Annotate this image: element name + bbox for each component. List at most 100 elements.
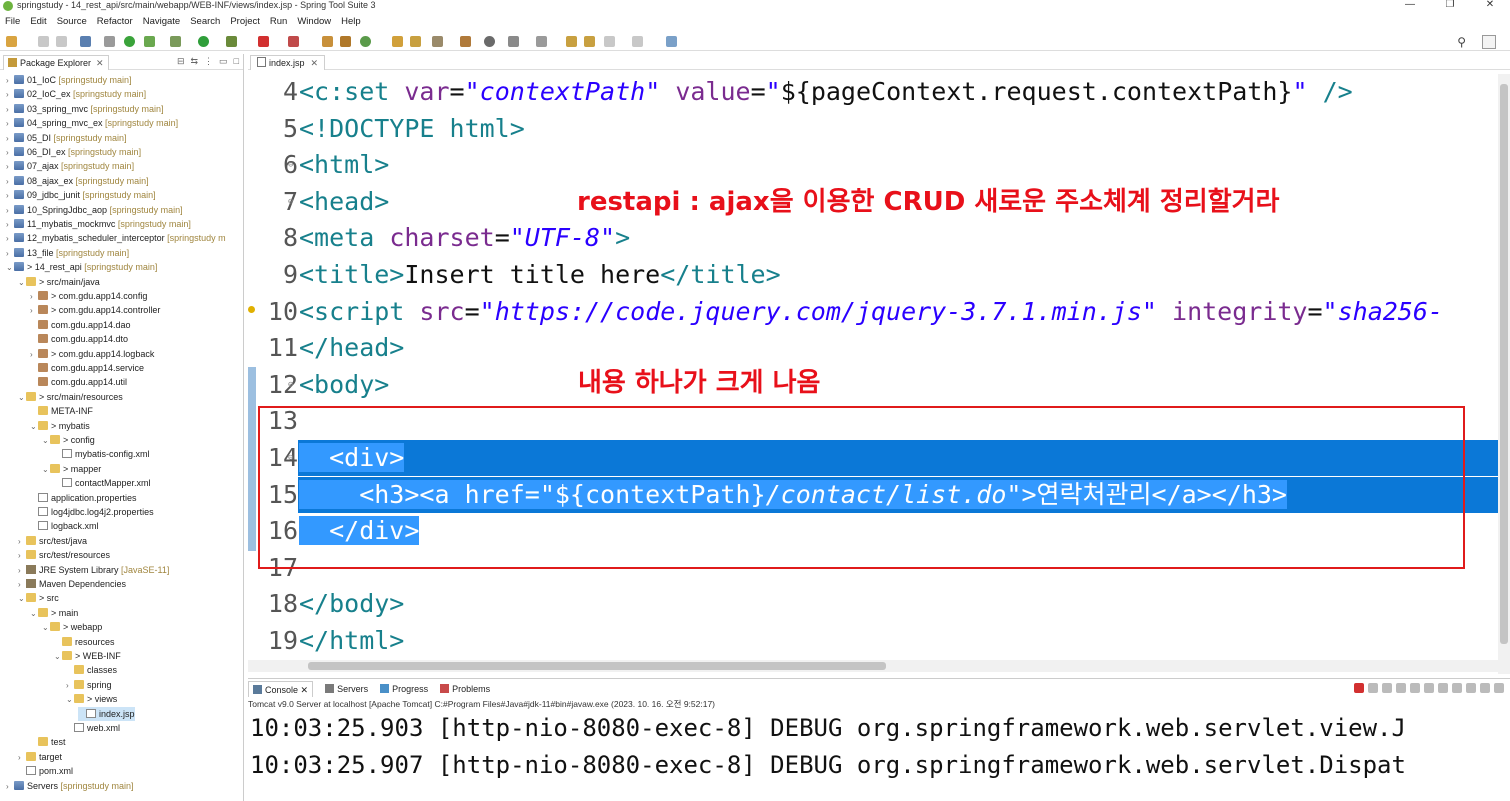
tree-item[interactable]: web.xml [66, 721, 120, 735]
close-button[interactable]: ✕ [1470, 0, 1510, 12]
external-tools-icon[interactable] [226, 36, 237, 47]
chevron-down-icon[interactable]: ⌄ [66, 693, 74, 707]
prev-annotation-icon[interactable] [536, 36, 547, 47]
show-on-output-icon[interactable] [1438, 683, 1448, 693]
forward-arrow-icon[interactable] [632, 36, 643, 47]
chevron-right-icon[interactable]: › [18, 564, 26, 578]
toggle-mark-icon[interactable] [484, 36, 495, 47]
tree-item[interactable]: com.gdu.app14.service [30, 361, 144, 375]
tree-item[interactable]: application.properties [30, 491, 137, 505]
tree-item[interactable]: classes [66, 663, 117, 677]
link-editor-icon[interactable]: ⇆ [191, 56, 199, 67]
tree-item[interactable]: › Maven Dependencies [18, 577, 126, 591]
debug-icon[interactable] [170, 36, 181, 47]
tree-item[interactable]: › > com.gdu.app14.controller [30, 303, 160, 317]
back-icon[interactable] [584, 36, 595, 47]
tree-item[interactable]: › 07_ajax [springstudy main] [6, 159, 134, 173]
minimize-button[interactable]: — [1390, 0, 1430, 12]
new-java-project-icon[interactable] [322, 36, 333, 47]
stop-icon[interactable] [258, 36, 269, 47]
menu-run[interactable]: Run [265, 14, 292, 30]
tree-item[interactable]: index.jsp [78, 706, 135, 721]
chevron-right-icon[interactable]: › [6, 247, 14, 261]
menu-navigate[interactable]: Navigate [138, 14, 186, 30]
close-icon[interactable]: ✕ [311, 58, 319, 68]
chevron-right-icon[interactable]: › [6, 117, 14, 131]
chevron-right-icon[interactable]: › [30, 304, 38, 318]
menu-file[interactable]: File [0, 14, 25, 30]
open-console-icon[interactable] [1480, 683, 1490, 693]
tree-item[interactable]: test [30, 735, 66, 749]
chevron-right-icon[interactable]: › [6, 146, 14, 160]
chevron-down-icon[interactable]: ⌄ [6, 261, 14, 275]
minimize-view-icon[interactable]: ▭ [219, 56, 228, 67]
chevron-right-icon[interactable]: › [18, 535, 26, 549]
tree-item[interactable]: › Servers [springstudy main] [6, 779, 134, 793]
new-class-icon[interactable] [360, 36, 371, 47]
tree-item[interactable]: › > com.gdu.app14.logback [30, 347, 154, 361]
chevron-down-icon[interactable]: ⌄ [30, 607, 38, 621]
terminal-icon[interactable] [80, 36, 91, 47]
start-server-icon[interactable] [124, 36, 135, 47]
tab-index-jsp[interactable]: index.jsp ✕ [250, 55, 326, 70]
pin-console-icon[interactable] [1452, 683, 1462, 693]
tree-item[interactable]: ⌄ > WEB-INF [54, 649, 121, 663]
menu-refactor[interactable]: Refactor [92, 14, 138, 30]
tree-item[interactable]: › 05_DI [springstudy main] [6, 131, 127, 145]
chevron-right-icon[interactable]: › [18, 578, 26, 592]
code-area[interactable]: 4 <c:set var="contextPath" value="${pageC… [248, 74, 1498, 657]
chevron-down-icon[interactable]: ⌄ [18, 592, 26, 606]
chevron-right-icon[interactable]: › [6, 103, 14, 117]
view-menu-icon[interactable]: ⋮ [204, 56, 213, 67]
tree-item[interactable]: › 04_spring_mvc_ex [springstudy main] [6, 116, 178, 130]
tree-item[interactable]: › JRE System Library [JavaSE-11] [18, 563, 169, 577]
tree-item[interactable]: › spring [66, 678, 112, 692]
tree-item[interactable]: ⌄ > src/main/resources [18, 390, 123, 404]
coverage-icon[interactable] [288, 36, 299, 47]
chevron-right-icon[interactable]: › [30, 290, 38, 304]
tree-item[interactable]: › 13_file [springstudy main] [6, 246, 129, 260]
chevron-right-icon[interactable]: › [6, 175, 14, 189]
tree-item[interactable]: ⌄ > mybatis [30, 419, 90, 433]
open-task-icon[interactable] [410, 36, 421, 47]
tree-item[interactable]: resources [54, 635, 115, 649]
save-all-icon[interactable] [56, 36, 67, 47]
tab-problems[interactable]: Problems [440, 681, 490, 697]
chevron-right-icon[interactable]: › [6, 780, 14, 794]
word-wrap-icon[interactable] [1424, 683, 1434, 693]
remove-launch-icon[interactable] [1368, 683, 1378, 693]
tab-console[interactable]: Console ✕ [248, 681, 314, 697]
tree-item[interactable]: log4jdbc.log4j2.properties [30, 505, 154, 519]
chevron-down-icon[interactable]: ⌄ [30, 420, 38, 434]
tree-item[interactable]: › src/test/java [18, 534, 87, 548]
back-arrow-icon[interactable] [604, 36, 615, 47]
tree-item[interactable]: › 12_mybatis_scheduler_interceptor [sprin… [6, 231, 226, 245]
horizontal-scroll-thumb[interactable] [308, 662, 886, 670]
open-type-icon[interactable] [392, 36, 403, 47]
collapse-all-icon[interactable]: ⊟ [177, 56, 185, 67]
chevron-right-icon[interactable]: › [6, 74, 14, 88]
clear-console-icon[interactable] [1396, 683, 1406, 693]
vertical-scrollbar[interactable] [1498, 74, 1510, 674]
tab-package-explorer[interactable]: Package Explorer ✕ [3, 55, 109, 70]
maximize-button[interactable]: ❐ [1430, 0, 1470, 12]
search-icon[interactable]: ⚲ [1457, 35, 1466, 49]
tree-item[interactable]: › 09_jdbc_junit [springstudy main] [6, 188, 156, 202]
tree-item[interactable]: › 08_ajax_ex [springstudy main] [6, 174, 149, 188]
chevron-down-icon[interactable]: ⌄ [54, 650, 62, 664]
tree-item[interactable]: › 03_spring_mvc [springstudy main] [6, 102, 164, 116]
horizontal-scrollbar[interactable] [248, 660, 1510, 672]
tree-item[interactable]: ⌄ > views [66, 692, 117, 706]
tab-progress[interactable]: Progress [380, 681, 428, 697]
tree-item[interactable]: com.gdu.app14.util [30, 375, 127, 389]
chevron-right-icon[interactable]: › [18, 751, 26, 765]
new-package-icon[interactable] [340, 36, 351, 47]
menu-project[interactable]: Project [225, 14, 265, 30]
tree-item[interactable]: com.gdu.app14.dao [30, 318, 131, 332]
chevron-right-icon[interactable]: › [66, 679, 74, 693]
chevron-right-icon[interactable]: › [6, 204, 14, 218]
tree-item[interactable]: ⌄ > main [30, 606, 78, 620]
tree-item[interactable]: com.gdu.app14.dto [30, 332, 128, 346]
chevron-right-icon[interactable]: › [18, 549, 26, 563]
chevron-down-icon[interactable]: ⌄ [42, 621, 50, 635]
